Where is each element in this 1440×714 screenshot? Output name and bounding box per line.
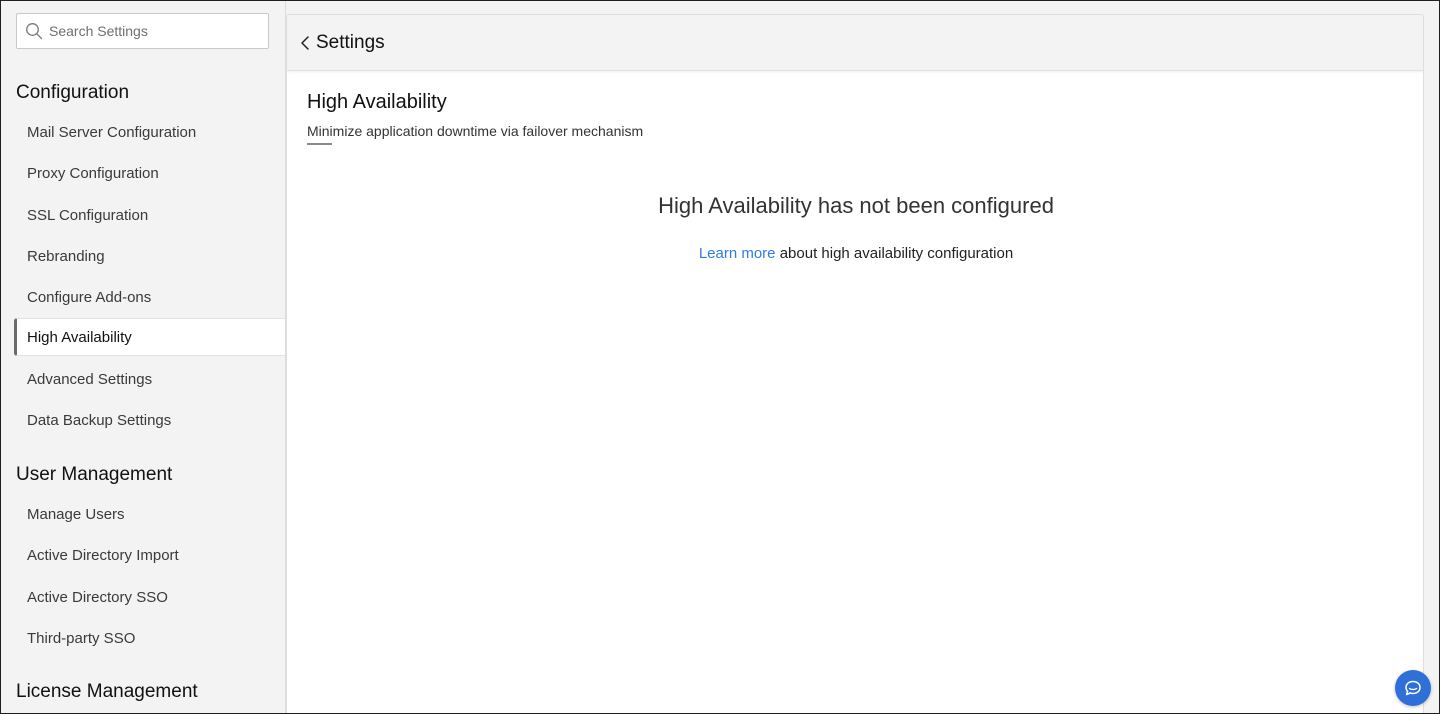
learn-more-link[interactable]: Learn more	[699, 245, 776, 262]
sidebar-item-advanced-settings[interactable]: Advanced Settings	[14, 360, 285, 398]
sidebar-item-label: Third-party SSO	[27, 629, 136, 647]
app-window: Configuration Mail Server Configuration …	[0, 0, 1440, 714]
main-panel: Settings High Availability Minimize appl…	[286, 14, 1424, 713]
sidebar-item-high-availability[interactable]: High Availability	[14, 318, 285, 356]
empty-state-heading: High Availability has not been configure…	[658, 193, 1054, 218]
group-title-license-management: License Management	[16, 681, 198, 702]
sidebar-item-data-backup-settings[interactable]: Data Backup Settings	[14, 401, 285, 439]
sidebar-item-proxy-configuration[interactable]: Proxy Configuration	[14, 154, 285, 192]
sidebar-item-configure-add-ons[interactable]: Configure Add-ons	[14, 278, 285, 316]
title-underline	[307, 143, 332, 145]
sidebar-item-active-directory-sso[interactable]: Active Directory SSO	[14, 578, 285, 616]
chat-button[interactable]	[1395, 670, 1431, 706]
group-title-user-management: User Management	[16, 464, 173, 485]
sidebar-item-label: Data Backup Settings	[27, 411, 172, 429]
sidebar-item-label: Mail Server Configuration	[27, 123, 197, 141]
sidebar-item-rebranding[interactable]: Rebranding	[14, 237, 285, 275]
sidebar-item-ssl-configuration[interactable]: SSL Configuration	[14, 196, 285, 234]
settings-sidebar: Configuration Mail Server Configuration …	[1, 1, 286, 713]
sidebar-item-active-directory-import[interactable]: Active Directory Import	[14, 536, 285, 574]
search-icon	[26, 23, 43, 40]
empty-state-text: Learn more about high availability confi…	[287, 245, 1423, 262]
main-header: Settings	[287, 15, 1423, 71]
sidebar-item-label: Manage Users	[27, 505, 125, 523]
sidebar-item-manage-users[interactable]: Manage Users	[14, 495, 285, 533]
sidebar-item-label: Active Directory Import	[27, 546, 179, 564]
back-to-settings-button[interactable]: Settings	[299, 32, 385, 54]
page-subtitle: Minimize application downtime via failov…	[307, 123, 644, 139]
sidebar-item-label: SSL Configuration	[27, 206, 149, 224]
chevron-left-icon	[301, 35, 309, 50]
sidebar-item-third-party-sso[interactable]: Third-party SSO	[14, 619, 285, 657]
page-title: High Availability	[307, 91, 447, 113]
search-box[interactable]	[16, 13, 269, 49]
search-input[interactable]	[49, 16, 264, 46]
sidebar-item-label: Rebranding	[27, 247, 105, 265]
sidebar-item-mail-server-configuration[interactable]: Mail Server Configuration	[14, 113, 285, 151]
sidebar-item-label: Configure Add-ons	[27, 288, 152, 306]
empty-state-description: about high availability configuration	[775, 245, 1014, 262]
sidebar-item-label: Active Directory SSO	[27, 588, 168, 606]
group-title-configuration: Configuration	[16, 82, 130, 103]
sidebar-item-label: High Availability	[27, 328, 132, 346]
back-label: Settings	[316, 31, 385, 53]
chat-icon	[1405, 680, 1421, 696]
sidebar-item-label: Advanced Settings	[27, 370, 153, 388]
sidebar-item-label: Proxy Configuration	[27, 164, 159, 182]
